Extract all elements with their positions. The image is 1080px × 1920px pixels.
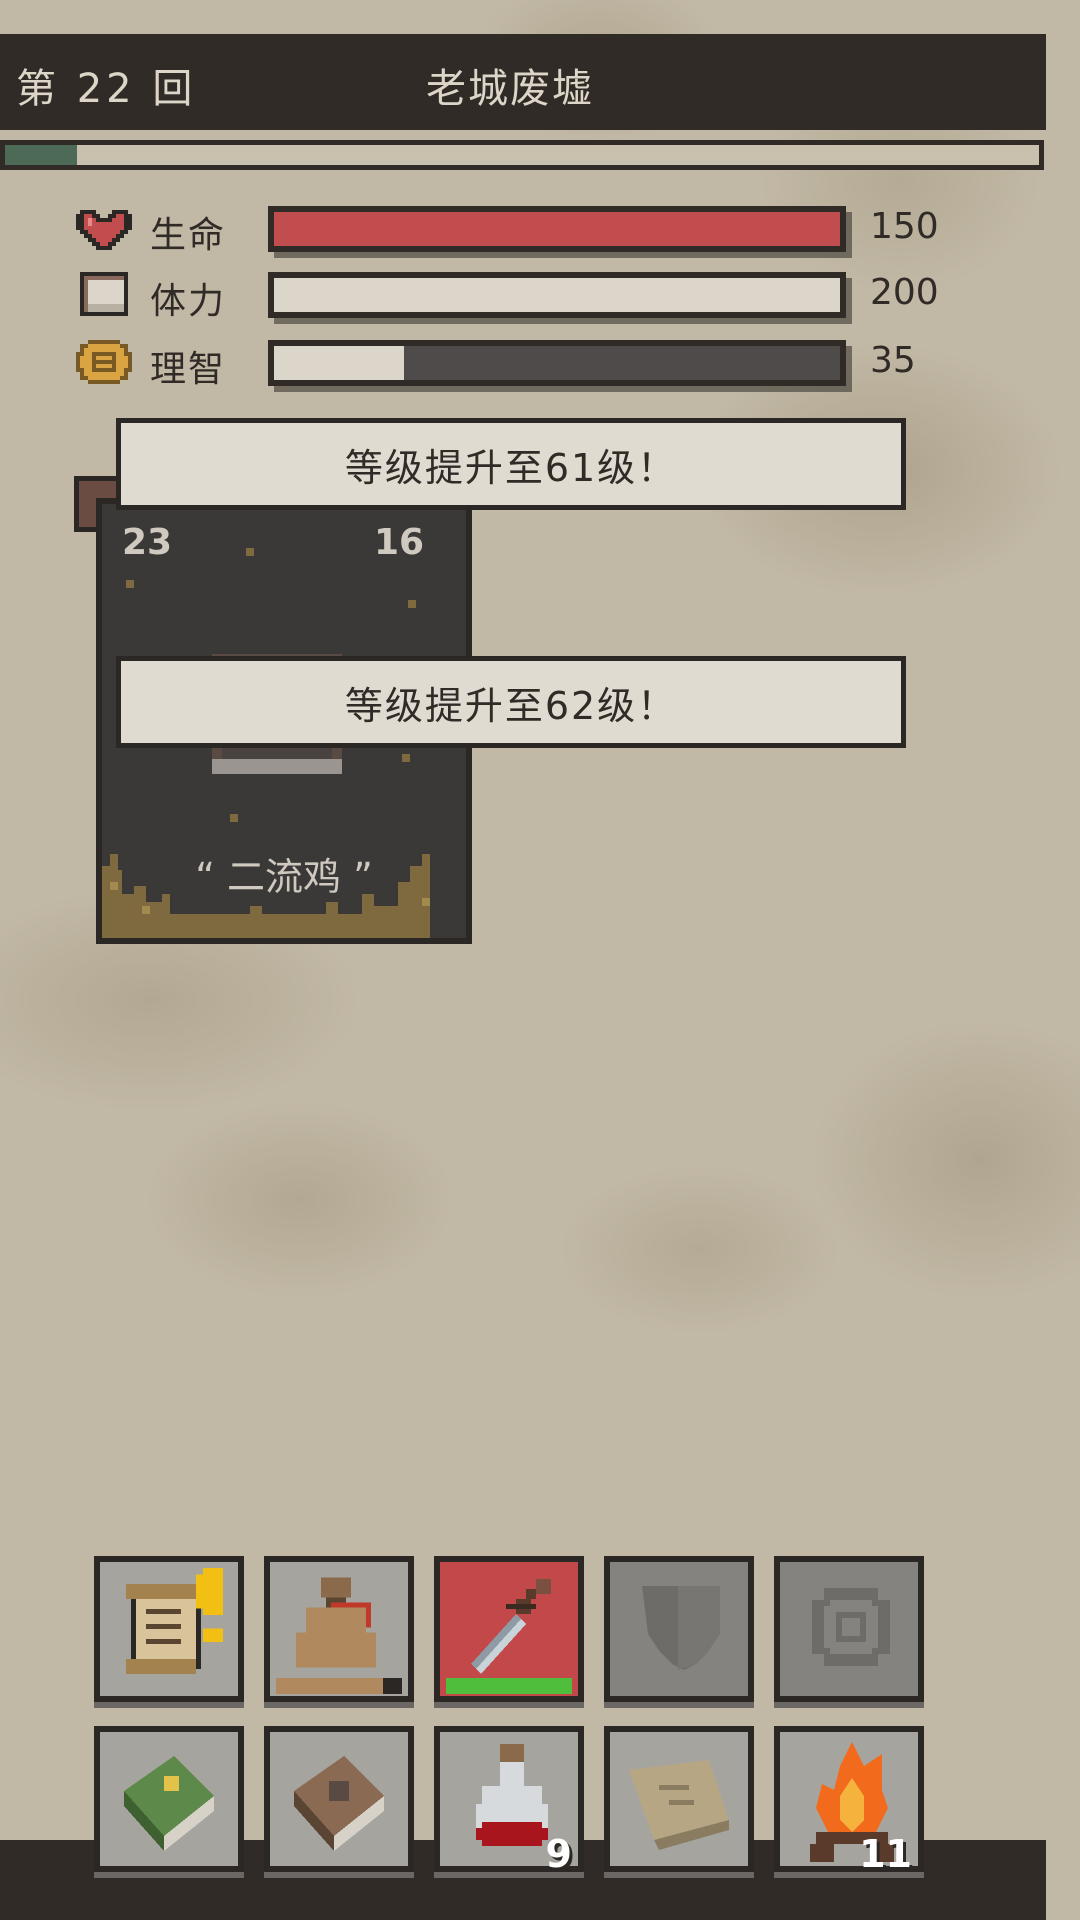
hp-bar-fill [274,212,840,246]
quest-scroll-button[interactable] [94,1556,244,1702]
potion-button[interactable]: 9 [434,1726,584,1876]
sanity-icon [76,340,132,384]
map-icon [629,1760,729,1850]
enemy-health-value: 16 [374,522,425,563]
enemy-name: “ 二流鸡 ” [195,855,373,899]
stamina-bar [268,272,846,318]
campfire-button[interactable]: 11 [774,1726,924,1876]
level-up-notification: 等级提升至62级！ [116,656,906,748]
ring-icon [812,1588,890,1666]
card-speck [246,548,254,556]
stamina-value: 200 [870,272,939,313]
skill-book-button[interactable] [94,1726,244,1872]
trinket-button[interactable] [774,1556,924,1702]
exploration-progress-bar [0,140,1044,170]
bag-icon [296,1577,376,1668]
heart-icon [76,206,132,250]
potion-count: 9 [545,1832,572,1876]
green-book-icon [124,1756,214,1851]
shield-icon [642,1586,720,1670]
chapter-label: 第 22 回 [16,66,197,112]
level-up-notification: 等级提升至61级！ [116,418,906,510]
sanity-bar-fill [274,346,405,380]
card-speck [126,580,134,588]
hp-value: 150 [870,206,939,247]
exploration-progress-fill [5,145,78,165]
card-speck [402,754,410,762]
weapon-durability-fill [446,1678,572,1694]
dagger-icon [471,1579,551,1674]
sanity-value: 35 [870,340,916,381]
stat-label-hp: 生命 [150,215,227,256]
armor-button[interactable] [604,1556,754,1702]
weapon-button[interactable] [434,1556,584,1702]
journal-button[interactable] [264,1726,414,1872]
location-title: 老城废墟 [426,66,594,112]
map-button[interactable] [604,1726,754,1872]
weapon-durability-bar [446,1678,572,1694]
stat-label-sanity: 理智 [150,349,227,390]
brown-book-icon [294,1756,384,1851]
loot-bag-button[interactable] [264,1556,414,1702]
stat-label-stamina: 体力 [150,281,227,322]
hp-bar [268,206,846,252]
campfire-count: 11 [859,1832,912,1876]
card-speck [230,814,238,822]
bag-capacity-bar [276,1678,402,1694]
stamina-icon [76,272,132,316]
sanity-value-text: 35 [870,340,916,381]
alert-icon [196,1568,224,1642]
enemy-attack-value: 23 [122,522,173,563]
sanity-bar [268,340,846,386]
bag-capacity-fill [276,1678,384,1694]
stamina-bar-fill [274,278,840,312]
card-speck [408,600,416,608]
